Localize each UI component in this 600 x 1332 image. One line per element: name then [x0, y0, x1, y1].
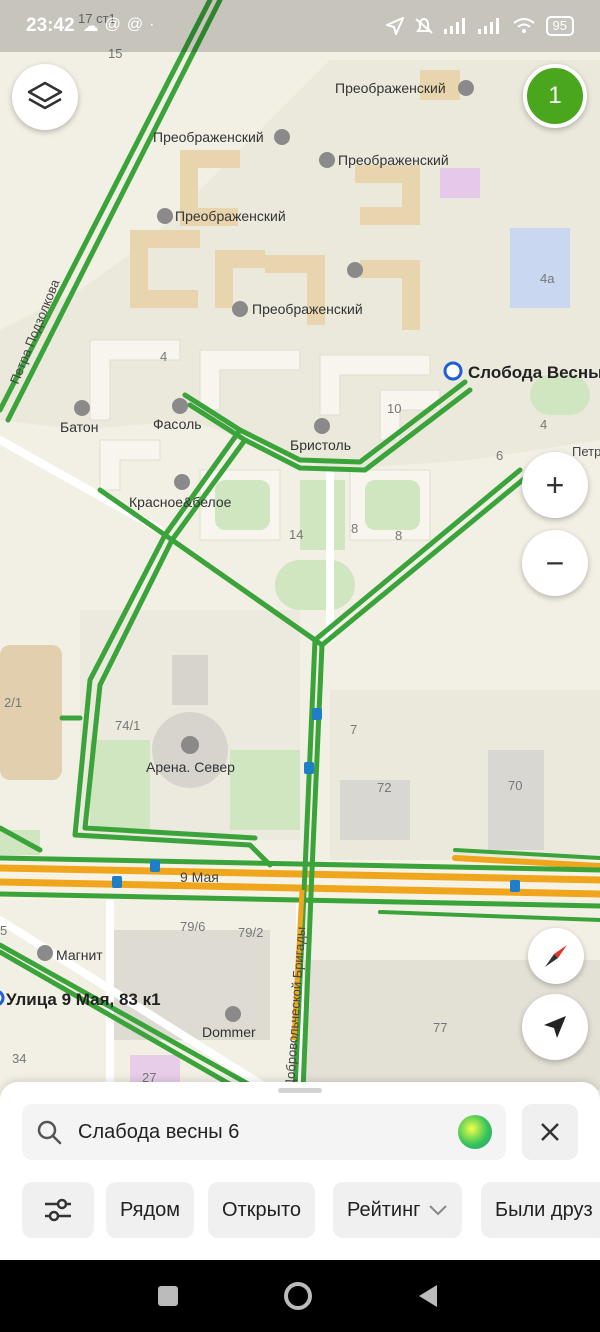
search-query[interactable]: Слабода весны 6 [78, 1121, 458, 1144]
poi-arena[interactable]: Арена. Север [146, 759, 235, 775]
house-7: 7 [350, 722, 357, 737]
signal-icon [443, 18, 465, 34]
filter-nearby-label: Рядом [120, 1198, 181, 1221]
map-canvas[interactable]: Преображенский Преображенский Преображен… [0, 0, 600, 1090]
zoom-out-button[interactable]: − [522, 530, 588, 596]
building-2-1 [0, 645, 62, 780]
alice-icon[interactable] [458, 1115, 492, 1149]
filter-open[interactable]: Открыто [208, 1182, 316, 1238]
layers-icon [27, 81, 63, 110]
house-4a: 4а [540, 271, 555, 286]
cloud-icon: ☁ [82, 18, 99, 35]
filter-nearby[interactable]: Рядом [106, 1182, 195, 1238]
plus-icon: + [545, 466, 565, 503]
house-8b: 8 [395, 528, 402, 543]
street-9-may: 9 Мая [180, 869, 219, 885]
chevron-down-icon [429, 1205, 448, 1216]
compass-icon [545, 945, 567, 967]
back-button[interactable] [398, 1260, 458, 1332]
clear-search-button[interactable] [522, 1104, 578, 1160]
notifications-badge-button[interactable]: 1 [523, 64, 587, 128]
battery-icon: 95 [545, 16, 574, 36]
house-34: 34 [12, 1051, 26, 1066]
house-4-right: 4 [540, 417, 547, 432]
sheet-handle[interactable] [278, 1088, 322, 1093]
house-14: 14 [289, 527, 303, 542]
poi-preobr-1[interactable]: Преображенский [335, 80, 446, 96]
house-77: 77 [433, 1020, 447, 1035]
triangle-back-icon [419, 1285, 437, 1307]
filter-icon [45, 1198, 71, 1222]
poi-sloboda[interactable]: Слобода Весны [468, 363, 600, 382]
poi-dommer[interactable]: Dommer [202, 1024, 256, 1040]
house-2-1: 2/1 [4, 695, 22, 710]
filter-friends-label: Были друз [495, 1198, 593, 1221]
system-navigation-bar [0, 1260, 600, 1332]
circle-icon [284, 1282, 312, 1310]
street-petra-right: Петра [572, 444, 600, 459]
search-icon [37, 1120, 62, 1145]
mute-icon [414, 17, 433, 34]
filter-friends[interactable]: Были друз [481, 1182, 600, 1238]
address-marker[interactable] [0, 990, 5, 1006]
at-icon: @ [104, 16, 121, 33]
search-input[interactable]: Слабода весны 6 [22, 1104, 506, 1160]
compass-button[interactable] [528, 928, 584, 984]
poi-preobr-4[interactable]: Преображенский [175, 208, 286, 224]
house-74-1: 74/1 [115, 718, 140, 733]
poi-address[interactable]: Улица 9 Мая, 83 к1 [6, 990, 161, 1009]
house-5: 5 [0, 923, 7, 938]
poi-preobr-3[interactable]: Преображенский [338, 152, 449, 168]
house-79-2: 79/2 [238, 925, 263, 940]
at-icon: @ [126, 16, 144, 33]
poi-bristol[interactable]: Бристоль [290, 437, 351, 453]
badge-count: 1 [548, 82, 562, 109]
close-icon [541, 1123, 559, 1141]
my-location-button[interactable] [522, 994, 588, 1060]
status-time: 23:42 [26, 15, 75, 36]
search-sheet[interactable]: Слабода весны 6 Рядом Открыто Рейтинг Бы… [0, 1082, 600, 1260]
recent-apps-button[interactable] [138, 1260, 198, 1332]
house-6: 6 [496, 448, 503, 463]
poi-krasnoe[interactable]: Красное&белое [129, 494, 232, 510]
poi-preobr-2[interactable]: Преображенский [153, 129, 264, 145]
location-icon [385, 17, 404, 35]
house-4-left: 4 [160, 349, 167, 364]
zoom-in-button[interactable]: + [522, 452, 588, 518]
house-79-6: 79/6 [180, 919, 205, 934]
home-button[interactable] [268, 1260, 328, 1332]
filter-rating-label: Рейтинг [347, 1198, 421, 1221]
poi-magnit[interactable]: Магнит [56, 947, 103, 963]
house-10: 10 [387, 401, 401, 416]
house-72: 72 [377, 780, 391, 795]
sloboda-marker[interactable] [443, 361, 463, 381]
poi-fasol[interactable]: Фасоль [153, 416, 202, 432]
layers-button[interactable] [12, 64, 78, 130]
square-icon [158, 1286, 178, 1306]
filter-settings-button[interactable] [22, 1182, 94, 1238]
filter-open-label: Открыто [222, 1198, 302, 1221]
poi-baton[interactable]: Батон [60, 419, 98, 435]
navigation-arrow-icon [544, 1016, 566, 1038]
filter-rating[interactable]: Рейтинг [333, 1182, 463, 1238]
signal-icon [477, 18, 499, 34]
house-8a: 8 [351, 521, 358, 536]
dot-icon: · [149, 16, 155, 33]
status-bar: 23:42 ☁ @ @ · 95 [0, 0, 600, 52]
poi-preobr-5[interactable]: Преображенский [252, 301, 363, 317]
house-70: 70 [508, 778, 522, 793]
minus-icon: − [545, 544, 565, 581]
filter-chips: Рядом Открыто Рейтинг Были друз [22, 1182, 600, 1238]
wifi-icon [512, 18, 535, 33]
